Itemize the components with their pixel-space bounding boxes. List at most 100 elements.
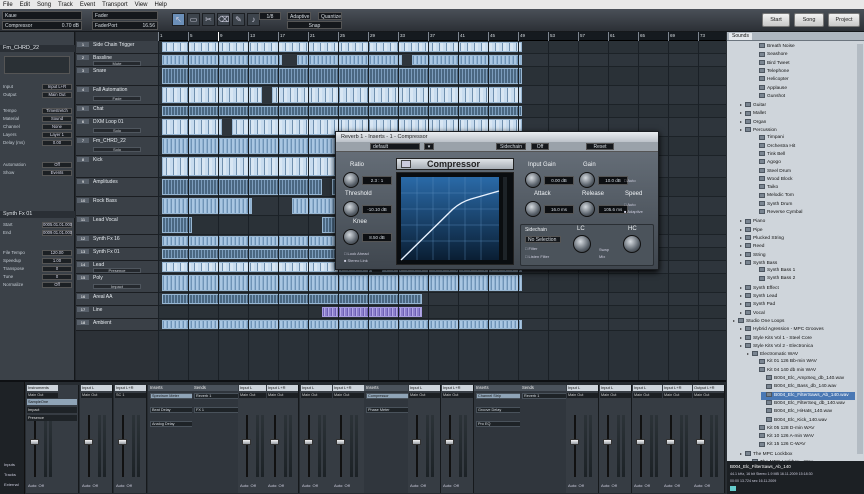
track-header[interactable]: 6 DXM Loop 01 Solo [76, 118, 158, 137]
fader-track[interactable] [122, 415, 124, 477]
browser-item[interactable]: Agogo [754, 159, 855, 167]
fader-handle[interactable] [570, 439, 579, 445]
automation-mode[interactable]: Auto: Off [116, 483, 132, 488]
automation-mode[interactable]: Auto: Off [268, 483, 284, 488]
browser-item[interactable]: ▸ The MPC Lockbox [740, 450, 855, 458]
menu-item-track[interactable]: Track [58, 2, 73, 8]
channel-name[interactable]: Input L+R [442, 385, 473, 391]
browser-item[interactable]: ▸ Style Kits Vol 2 - Electronica [740, 342, 855, 350]
track-header[interactable]: 11 Lead Vocal [76, 216, 158, 235]
menu-item-view[interactable]: View [135, 2, 148, 8]
track-sub-control[interactable]: Solo [93, 147, 141, 152]
browser-item[interactable]: ▸ Style Kits Vol 1 - Steel Core [740, 334, 855, 342]
browser-item[interactable]: Kit 10 126 A-min WAV [754, 433, 855, 441]
bypass-button[interactable]: Off [531, 143, 549, 150]
channel-output[interactable]: Main Out [600, 393, 631, 398]
browser-item[interactable]: B004_Elc_FilterSeq_db_140.wav [761, 400, 855, 408]
audio-event[interactable] [162, 68, 522, 84]
track-lane[interactable] [158, 67, 726, 86]
filter-toggle[interactable]: □ Filter [525, 246, 537, 251]
mixer-tracks-label[interactable]: Tracks [4, 472, 16, 477]
browser-item[interactable]: Gunshot [754, 93, 855, 101]
channel-output[interactable]: Main Out [333, 393, 364, 398]
input-gain-knob-dial[interactable] [525, 172, 541, 188]
channel-output[interactable]: Main Out [301, 393, 332, 398]
fader-handle[interactable] [336, 439, 345, 445]
fader-handle[interactable] [445, 439, 454, 445]
save-preset-icon[interactable]: ▾ [424, 143, 434, 150]
track-lane[interactable] [158, 306, 726, 319]
track-sub-control[interactable]: Fade [93, 96, 141, 101]
track-header[interactable]: 18 Ambient [76, 319, 158, 331]
mixer-inputs-label[interactable]: Inputs [4, 462, 15, 467]
fader-handle[interactable] [603, 439, 612, 445]
browser-item[interactable]: ▸ Percussion [740, 126, 855, 134]
channel-name[interactable]: Input L [81, 385, 112, 391]
channel-output[interactable]: Main Out [267, 393, 298, 398]
knee-knob-dial[interactable] [343, 229, 359, 245]
browser-item[interactable]: ▸ Piano [740, 217, 855, 225]
insert-slot[interactable]: Pro EQ [476, 421, 524, 427]
inspector-param-row[interactable]: Tempo Timestretch [3, 108, 72, 114]
menu-item-transport[interactable]: Transport [102, 2, 127, 8]
automation-mode[interactable]: Auto: Off [82, 483, 98, 488]
fader-track[interactable] [670, 415, 672, 477]
automation-mode[interactable]: Auto: Off [334, 483, 350, 488]
eraser-tool-icon[interactable]: ⌫ [217, 13, 230, 26]
ratio-knob-dial[interactable] [343, 172, 359, 188]
menu-item-help[interactable]: Help [155, 2, 167, 8]
browser-item[interactable]: Helicopter [754, 76, 855, 84]
fader-handle[interactable] [30, 439, 39, 445]
automation-mode[interactable]: Auto: Off [568, 483, 584, 488]
threshold-knob[interactable]: -10.10 dB [340, 197, 396, 219]
channel-name[interactable]: Input L [567, 385, 598, 391]
insert-slot[interactable]: Analog Delay [150, 421, 198, 427]
fader-handle[interactable] [696, 439, 705, 445]
insert-slot[interactable]: Channel Strip [476, 393, 524, 399]
track-lane[interactable] [158, 54, 726, 67]
fader-handle[interactable] [118, 439, 127, 445]
browser-item[interactable]: ▸ Synth Pad [740, 300, 855, 308]
audio-event[interactable] [162, 294, 422, 304]
browser-item[interactable]: Steel Drum [754, 167, 855, 176]
browser-item[interactable]: ▸ Vocal [740, 309, 855, 317]
fader-track[interactable] [607, 415, 609, 477]
menu-item-file[interactable]: File [3, 2, 13, 8]
browser-item[interactable]: ▸ Mallet [740, 109, 855, 117]
lc-knob[interactable] [573, 235, 591, 253]
fader-handle[interactable] [636, 439, 645, 445]
track-header[interactable]: 14 Lead Presence [76, 261, 158, 274]
browser-item[interactable]: Kit 04 140 db min WAV [754, 366, 855, 375]
timeline-ruler[interactable]: 1591317212529333741454953576165697377 [158, 32, 726, 41]
hc-knob[interactable] [623, 235, 641, 253]
attack-knob-dial[interactable] [525, 201, 541, 217]
browser-item[interactable]: B004_Elc_Kick_140.wav [761, 416, 855, 425]
channel-name[interactable]: Instruments [27, 385, 58, 391]
audio-event[interactable] [162, 87, 262, 103]
browser-item[interactable]: B004_Elc_HiHats_140.wav [761, 408, 855, 416]
instrument-slot[interactable]: SampleOne [27, 399, 77, 405]
channel-output[interactable]: Main Out [442, 393, 473, 398]
browser-item[interactable]: ▸ Hybrid Agression - MPC Grooves [740, 325, 855, 333]
quantize-button[interactable]: Quantize [318, 12, 342, 20]
play-icon[interactable] [730, 486, 736, 491]
track-header[interactable]: 7 Fm_CHRD_22 Solo [76, 137, 158, 156]
browser-item[interactable]: Tink Bell [754, 151, 855, 159]
inspector-param-row[interactable]: Layers Layer 1 [3, 132, 72, 138]
browser-item[interactable]: ▸ Synth Lead [740, 292, 855, 300]
channel-name[interactable]: Input L+R [115, 385, 146, 391]
automation-mode[interactable]: Auto: Off [240, 483, 256, 488]
channel-output[interactable]: Main Out [693, 393, 724, 398]
track-header[interactable]: 13 Synth Fx 01 [76, 248, 158, 261]
attack-knob[interactable]: 16.0 ms [522, 197, 578, 219]
fader-handle[interactable] [242, 439, 251, 445]
audio-event[interactable] [162, 198, 252, 214]
browser-item[interactable]: ▸ Organ [740, 118, 855, 126]
ratio-knob[interactable]: 2.3 : 1 [340, 168, 396, 190]
knee-knob[interactable]: 8.50 dB [340, 225, 396, 247]
adaptive-toggle[interactable]: ■ Adaptive [624, 209, 643, 214]
track-sub-control[interactable]: Solo [93, 128, 141, 133]
release-knob[interactable]: 105.6 ms [576, 197, 632, 219]
track-header[interactable]: 4 Fall Automation Fade [76, 86, 158, 105]
stereo-link-toggle[interactable]: ■ Stereo Link [344, 258, 368, 263]
